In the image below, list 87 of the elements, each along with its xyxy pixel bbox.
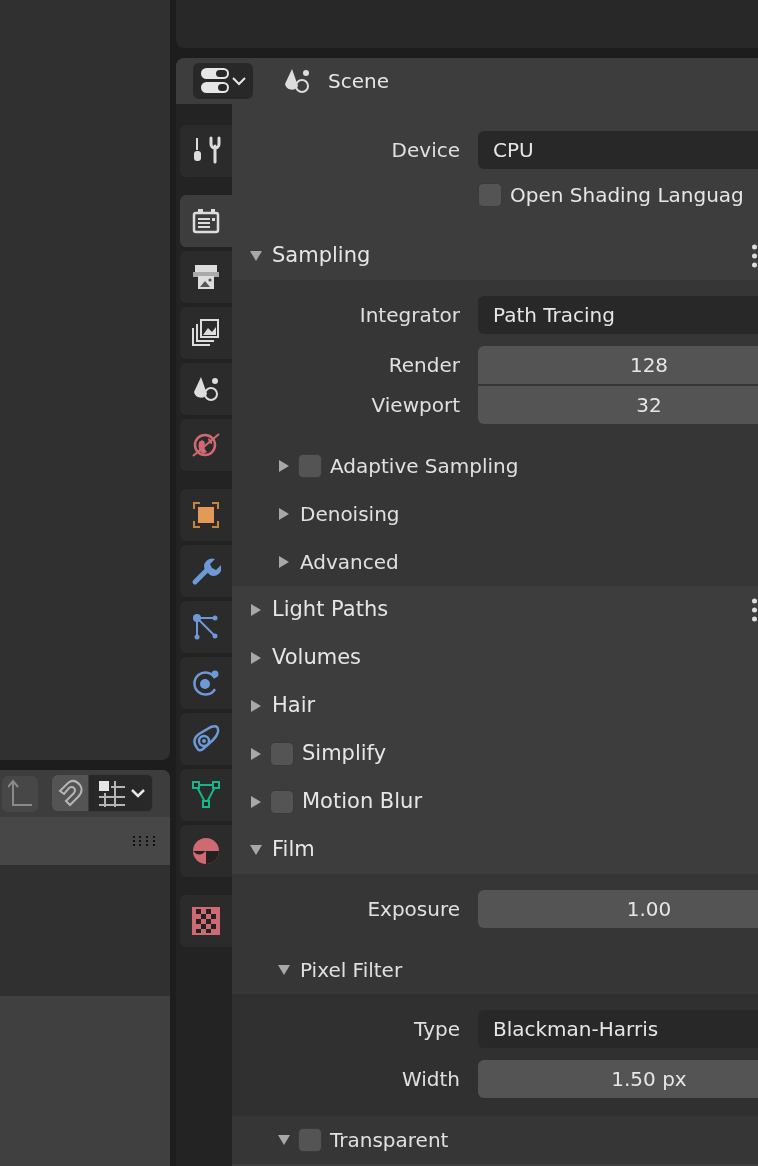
sphere-icon (191, 836, 221, 866)
disclosure-triangle-icon[interactable] (250, 844, 262, 856)
panel-title: Volumes (272, 644, 362, 672)
dropdown-field[interactable]: Path Tracing (478, 296, 758, 334)
properties-tab[interactable] (180, 195, 232, 247)
properties-tab[interactable] (180, 657, 232, 709)
subpanel-title: Advanced (300, 549, 399, 576)
subpanel-title: Pixel Filter (300, 957, 403, 984)
properties-icon (200, 67, 230, 95)
editor-type-button[interactable] (193, 63, 253, 99)
checkbox[interactable] (298, 454, 322, 478)
disclosure-triangle-icon[interactable] (250, 796, 262, 808)
checkbox[interactable] (298, 1128, 322, 1152)
dropdown-field[interactable]: CPU (478, 131, 758, 169)
field-label: Type (413, 1016, 460, 1043)
checkbox-label: Open Shading Languag (510, 182, 744, 209)
subpanel-header[interactable]: Transparent (232, 1116, 758, 1164)
subpanel-header[interactable]: Pixel Filter (232, 946, 758, 994)
field-label: Device (390, 137, 460, 164)
number-field[interactable]: 1.00 (478, 890, 758, 928)
checkbox[interactable] (270, 790, 294, 814)
properties-tab[interactable] (180, 363, 232, 415)
screwdriver-wrench-icon (191, 136, 221, 166)
panel-title: Light Paths (272, 596, 389, 624)
drag-handle-icon[interactable] (752, 244, 757, 268)
properties-tab[interactable] (180, 125, 232, 177)
field-label: Viewport (370, 392, 460, 419)
subpanel-title: Adaptive Sampling (330, 453, 519, 480)
parent-button[interactable] (2, 775, 38, 812)
properties-tab[interactable] (180, 251, 232, 303)
disclosure-triangle-icon[interactable] (250, 652, 262, 664)
orbit-icon (191, 668, 221, 698)
number-field[interactable]: 1.50 px (478, 1060, 758, 1098)
disclosure-triangle-icon[interactable] (250, 700, 262, 712)
subpanel-header[interactable]: Adaptive Sampling (232, 442, 758, 490)
image-stack-icon (191, 318, 221, 348)
globe-icon (191, 430, 221, 460)
subpanel-header[interactable]: Advanced (232, 538, 758, 586)
arrow-up-icon (8, 778, 32, 809)
disclosure-triangle-icon[interactable] (250, 748, 262, 760)
disclosure-triangle-icon[interactable] (278, 964, 290, 976)
disclosure-triangle-icon[interactable] (278, 1134, 290, 1146)
snap-dropdown[interactable] (88, 774, 153, 812)
properties-tab[interactable] (180, 307, 232, 359)
field-label: Render (387, 352, 460, 379)
checkbox[interactable] (270, 742, 294, 766)
properties-tab[interactable] (180, 545, 232, 597)
properties-tab[interactable] (180, 769, 232, 821)
subpanel-header[interactable]: Denoising (232, 490, 758, 538)
properties-tab[interactable] (180, 601, 232, 653)
panel-title: Hair (272, 692, 316, 720)
subpanel-title: Transparent (330, 1127, 449, 1154)
field-label: Width (400, 1066, 460, 1093)
field-label: Exposure (366, 896, 460, 923)
disclosure-triangle-icon[interactable] (250, 250, 262, 262)
number-field[interactable]: 128 (478, 346, 758, 384)
panel-title: Sampling (272, 242, 371, 270)
field-label: Integrator (358, 302, 460, 329)
drag-handle-icon[interactable] (752, 598, 757, 622)
panel-title: Simplify (302, 740, 387, 768)
camera-icon (191, 206, 221, 236)
properties-tab[interactable] (180, 489, 232, 541)
chevron-down-icon (130, 788, 145, 798)
subpanel-title: Denoising (300, 501, 400, 528)
grid-snap-icon (96, 779, 125, 807)
checkerboard-icon (191, 906, 221, 936)
checkbox[interactable] (478, 183, 502, 207)
triangle-mesh-icon (191, 780, 221, 810)
snap-toggle[interactable] (52, 775, 88, 811)
disclosure-triangle-icon[interactable] (278, 508, 290, 520)
disclosure-triangle-icon[interactable] (278, 460, 290, 472)
properties-tab[interactable] (180, 895, 232, 947)
printer-icon (191, 262, 221, 292)
wrench-icon (191, 556, 221, 586)
context-label: Scene (328, 68, 389, 95)
grip-icon (133, 836, 155, 846)
chevron-down-icon (232, 76, 246, 86)
properties-tab[interactable] (180, 825, 232, 877)
dropdown-field[interactable]: Blackman-Harris (478, 1010, 758, 1048)
number-field[interactable]: 32 (478, 386, 758, 424)
disclosure-triangle-icon[interactable] (278, 556, 290, 568)
magnet-icon (56, 779, 84, 807)
square-icon (191, 500, 221, 530)
panel-title: Motion Blur (302, 788, 423, 816)
properties-tab[interactable] (180, 713, 232, 765)
panel-title: Film (272, 836, 315, 864)
disclosure-triangle-icon[interactable] (250, 604, 262, 616)
